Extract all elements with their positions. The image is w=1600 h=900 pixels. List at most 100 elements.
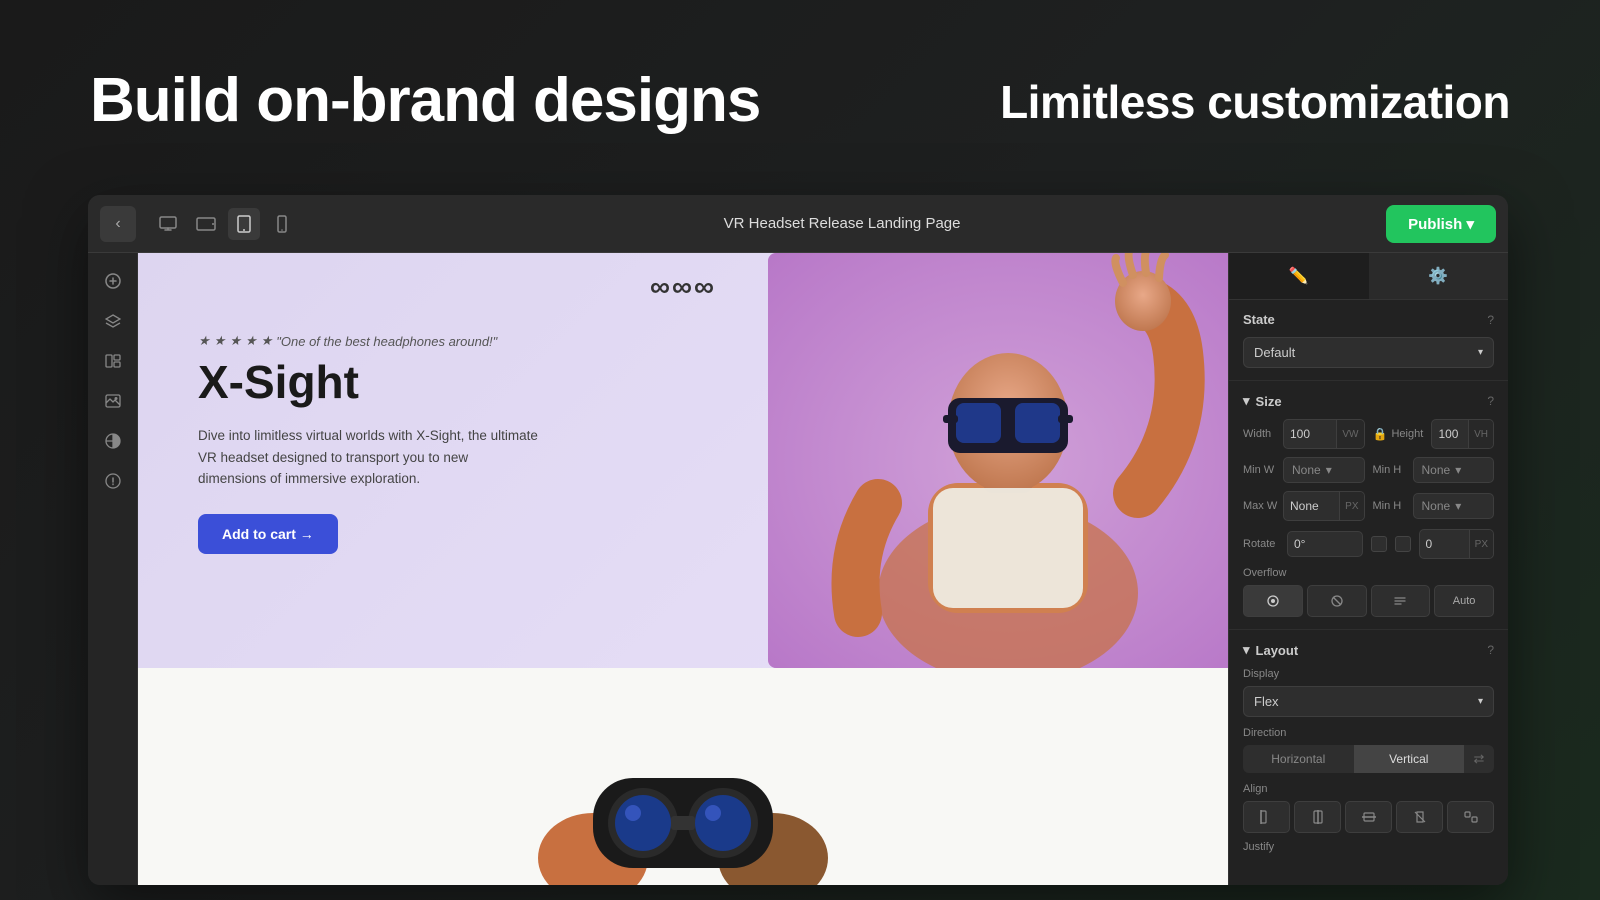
min-w-arrow-icon: ▾ — [1326, 463, 1356, 477]
width-input[interactable] — [1284, 422, 1336, 446]
layout-section-header: ▾ Layout ? — [1243, 642, 1494, 658]
device-tablet-portrait-icon[interactable] — [228, 208, 260, 240]
layout-help-icon[interactable]: ? — [1487, 643, 1494, 657]
device-desktop-icon[interactable] — [152, 208, 184, 240]
lock-height-group: 🔒 Height VH — [1373, 419, 1495, 449]
min-h-label: Min H — [1373, 464, 1409, 476]
add-to-cart-button[interactable]: Add to cart → — [198, 514, 338, 554]
align-row — [1243, 801, 1494, 833]
lp-controller-area — [138, 668, 1228, 885]
align-btn-3[interactable] — [1345, 801, 1392, 833]
max-h-wrap: None ▾ — [1413, 493, 1495, 519]
lp-stars-row: ★ ★ ★ ★ ★ "One of the best headphones ar… — [198, 333, 578, 349]
max-w-input[interactable] — [1284, 494, 1339, 518]
min-w-wrap: None ▾ — [1283, 457, 1365, 483]
lock-icon: 🔒 — [1373, 427, 1388, 441]
publish-button[interactable]: Publish ▾ — [1386, 205, 1496, 243]
vr-person-svg — [768, 253, 1228, 668]
right-panel: ✏️ ⚙️ State ? Default ▾ — [1228, 253, 1508, 885]
editor-window: ‹ VR Headset Release Landing Page Publis… — [88, 195, 1508, 885]
direction-label: Direction — [1243, 727, 1494, 739]
rotate-input[interactable] — [1288, 532, 1362, 556]
product-name: X-Sight — [198, 355, 578, 409]
alert-icon[interactable] — [95, 463, 131, 499]
rotate-label: Rotate — [1243, 538, 1279, 550]
state-dropdown[interactable]: Default ▾ — [1243, 337, 1494, 368]
top-bar: ‹ VR Headset Release Landing Page Publis… — [88, 195, 1508, 253]
min-w-label: Min W — [1243, 464, 1279, 476]
state-section: State ? Default ▾ — [1229, 300, 1508, 381]
device-mobile-icon[interactable] — [266, 208, 298, 240]
rotate-checkbox2[interactable] — [1395, 536, 1411, 552]
layers-icon[interactable] — [95, 303, 131, 339]
justify-label: Justify — [1243, 841, 1494, 853]
device-tablet-landscape-icon[interactable] — [190, 208, 222, 240]
rotate-checkbox1[interactable] — [1371, 536, 1387, 552]
direction-horizontal-btn[interactable]: Horizontal — [1243, 745, 1354, 773]
star-4: ★ — [245, 333, 257, 349]
canvas-content: ∞∞∞ ★ ★ ★ ★ ★ "One of the best headphone… — [138, 253, 1228, 885]
size-section-header: ▾ Size ? — [1243, 393, 1494, 409]
size-label: ▾ Size — [1243, 393, 1282, 409]
gear-icon: ⚙️ — [1428, 266, 1448, 286]
align-btn-4[interactable] — [1396, 801, 1443, 833]
max-h-arrow-icon: ▾ — [1455, 499, 1485, 513]
min-w-value: None — [1292, 463, 1322, 477]
height-input[interactable] — [1432, 422, 1468, 446]
tab-style[interactable]: ✏️ — [1229, 253, 1369, 299]
max-h-value: None — [1422, 499, 1452, 513]
overflow-visible-btn[interactable] — [1243, 585, 1303, 617]
tab-settings[interactable]: ⚙️ — [1369, 253, 1509, 299]
back-icon: ‹ — [115, 215, 120, 233]
height-unit: VH — [1468, 420, 1493, 448]
display-dropdown[interactable]: Flex ▾ — [1243, 686, 1494, 717]
collapse-layout-icon[interactable]: ▾ — [1243, 642, 1250, 658]
direction-vertical-btn[interactable]: Vertical — [1354, 745, 1465, 773]
state-help-icon[interactable]: ? — [1487, 313, 1494, 327]
height-label: Height — [1391, 428, 1427, 440]
overflow-scroll-btn[interactable] — [1371, 585, 1431, 617]
pencil-icon: ✏️ — [1289, 266, 1309, 286]
direction-swap-icon[interactable]: ⇄ — [1464, 745, 1494, 773]
add-icon[interactable] — [95, 263, 131, 299]
rotate-row: Rotate PX — [1243, 529, 1494, 559]
align-btn-5[interactable] — [1447, 801, 1494, 833]
collapse-size-icon[interactable]: ▾ — [1243, 393, 1250, 409]
overflow-row: Auto — [1243, 585, 1494, 617]
align-btn-2[interactable] — [1294, 801, 1341, 833]
max-w-input-wrap: PX — [1283, 491, 1365, 521]
overflow-hidden-btn[interactable] — [1307, 585, 1367, 617]
height-input-wrap: VH — [1431, 419, 1494, 449]
lp-vr-image — [768, 253, 1228, 668]
layout-label: ▾ Layout — [1243, 642, 1298, 658]
overflow-auto-btn[interactable]: Auto — [1434, 585, 1494, 617]
star-2: ★ — [214, 333, 226, 349]
rotate-value-wrap: PX — [1419, 529, 1495, 559]
rotate-value-input[interactable] — [1420, 532, 1469, 556]
min-h-value: None — [1422, 463, 1452, 477]
panel-tabs: ✏️ ⚙️ — [1229, 253, 1508, 300]
star-1: ★ — [198, 333, 210, 349]
back-button[interactable]: ‹ — [100, 206, 136, 242]
page-title: VR Headset Release Landing Page — [298, 215, 1386, 232]
image-icon[interactable] — [95, 383, 131, 419]
review-text: "One of the best headphones around!" — [276, 334, 497, 349]
min-h-field: Min H None ▾ — [1373, 457, 1495, 483]
width-field: Width VW — [1243, 419, 1365, 449]
size-section: ▾ Size ? Width VW 🔒 — [1229, 381, 1508, 630]
editor-body: ∞∞∞ ★ ★ ★ ★ ★ "One of the best headphone… — [88, 253, 1508, 885]
size-help-icon[interactable]: ? — [1487, 394, 1494, 408]
theme-icon[interactable] — [95, 423, 131, 459]
rotate-unit: PX — [1469, 530, 1493, 558]
hero-subtitle: Limitless customization — [1000, 75, 1510, 129]
canvas-area: ∞∞∞ ★ ★ ★ ★ ★ "One of the best headphone… — [138, 253, 1228, 885]
align-btn-1[interactable] — [1243, 801, 1290, 833]
display-label: Display — [1243, 668, 1494, 680]
layout-icon[interactable] — [95, 343, 131, 379]
width-unit: VW — [1336, 420, 1363, 448]
device-icons-group — [152, 208, 298, 240]
max-w-unit: PX — [1339, 492, 1363, 520]
left-sidebar — [88, 253, 138, 885]
width-label: Width — [1243, 428, 1279, 440]
size-maxwh-row: Max W PX Min H None ▾ — [1243, 491, 1494, 521]
